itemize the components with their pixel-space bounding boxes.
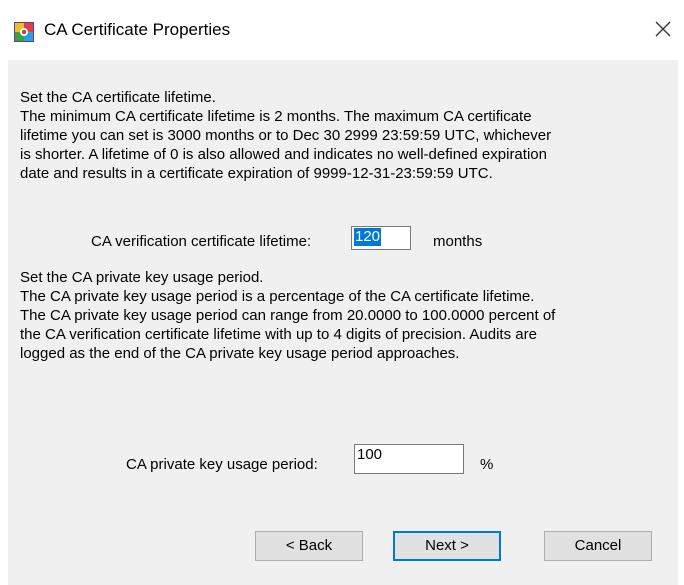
dialog-window: CA Certificate Properties Set the CA cer… [0,0,684,585]
certificate-app-icon [14,22,34,42]
next-button[interactable]: Next > [393,531,501,561]
back-button[interactable]: < Back [255,531,363,561]
lifetime-unit-label: months [433,233,483,250]
description-line: logged as the end of the CA private key … [20,345,460,362]
window-title: CA Certificate Properties [44,20,231,39]
description-line: date and results in a certificate expira… [20,165,493,182]
usage-period-input[interactable]: 100 [354,444,464,474]
description-line: lifetime you can set is 3000 months or t… [20,127,552,144]
description-line: Set the CA private key usage period. [20,269,264,286]
title-bar: CA Certificate Properties [0,0,684,60]
description-line: Set the CA certificate lifetime. [20,89,216,106]
lifetime-input[interactable]: 120 [351,226,411,250]
description-line: The CA private key usage period is a per… [20,288,535,305]
description-line: is shorter. A lifetime of 0 is also allo… [20,146,547,163]
usage-field-label: CA private key usage period: [126,456,318,473]
usage-unit-label: % [480,456,494,473]
close-icon[interactable] [650,16,676,42]
dialog-client-area: Set the CA certificate lifetime. The min… [8,60,678,585]
description-line: The minimum CA certificate lifetime is 2… [20,108,532,125]
lifetime-input-value: 120 [354,228,382,246]
usage-description: Set the CA private key usage period. The… [20,268,660,363]
description-line: The CA private key usage period can rang… [20,307,556,324]
description-line: the CA verification certificate lifetime… [20,326,537,343]
lifetime-description: Set the CA certificate lifetime. The min… [20,88,660,183]
lifetime-field-label: CA verification certificate lifetime: [91,233,312,250]
cancel-button[interactable]: Cancel [544,531,652,561]
usage-period-input-value: 100 [357,446,383,463]
